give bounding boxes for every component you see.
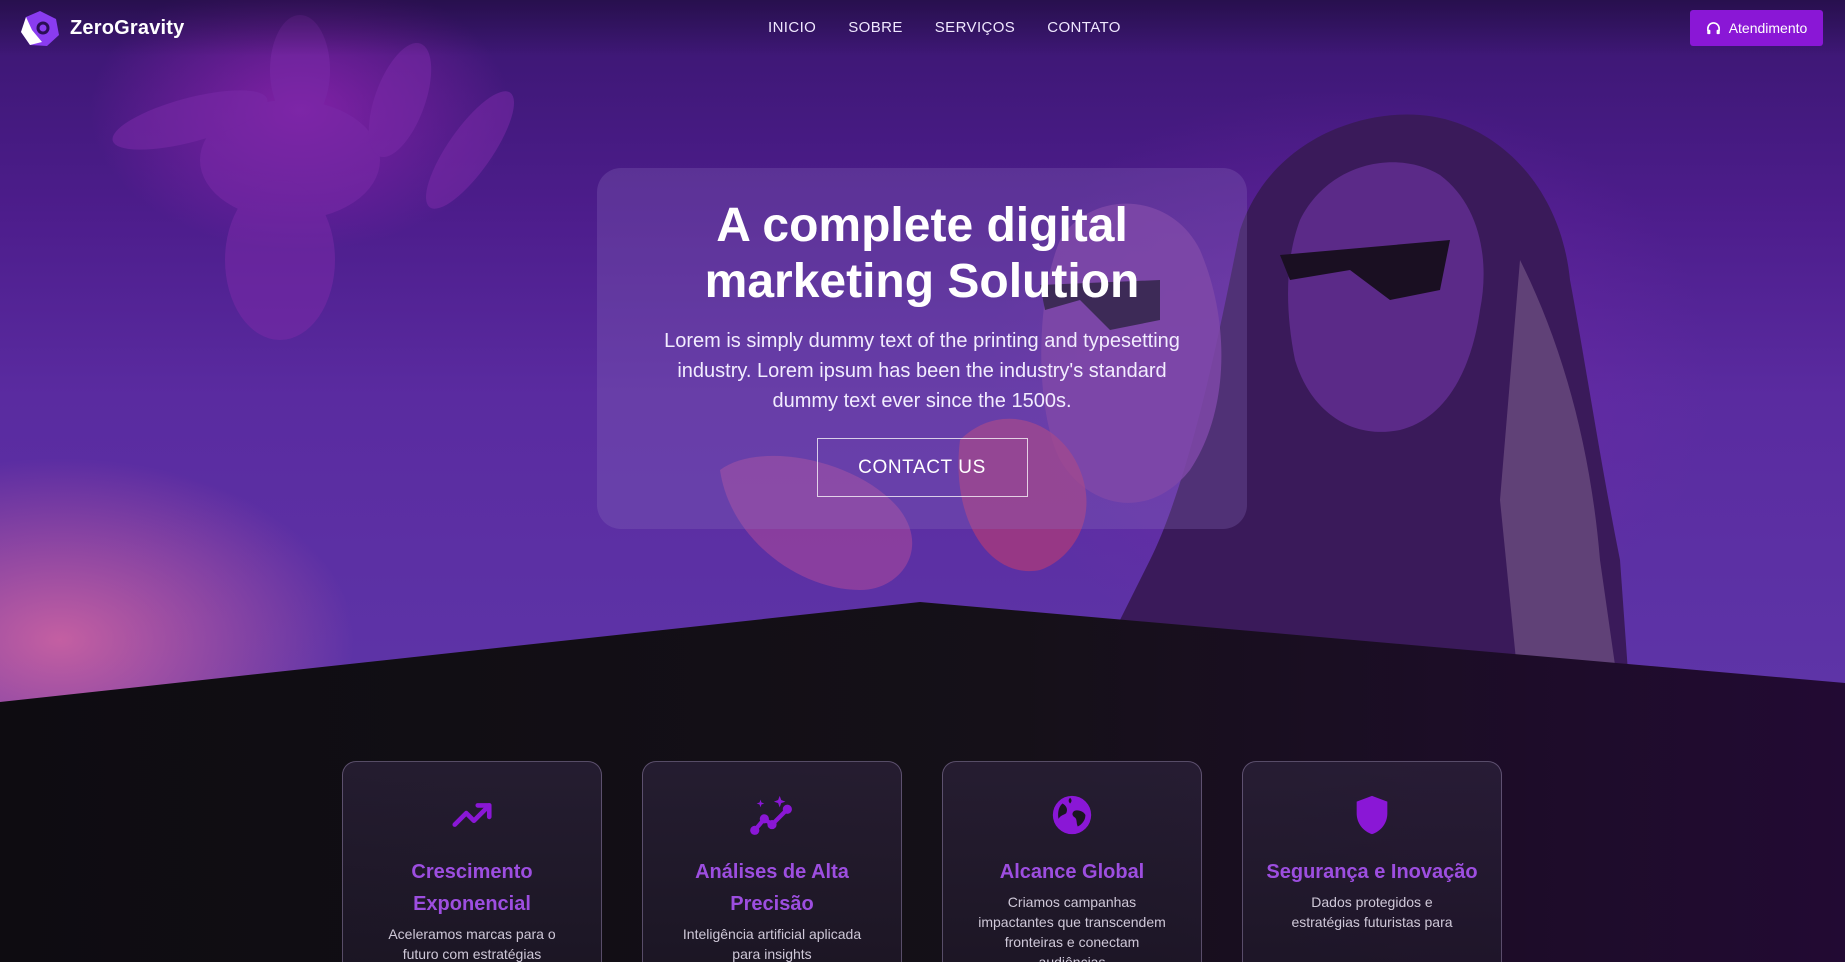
hero-subtitle: Lorem is simply dummy text of the printi… — [664, 330, 1180, 412]
headset-icon — [1706, 21, 1720, 34]
contact-us-button[interactable]: CONTACT US — [816, 438, 1028, 497]
brand[interactable]: ZeroGravity — [20, 10, 184, 47]
features-row: Crescimento Exponencial Aceleramos marca… — [342, 761, 1502, 962]
shield-icon — [1356, 795, 1388, 835]
brand-logo-icon — [21, 11, 59, 46]
feature-title: Alcance Global — [999, 861, 1145, 883]
top-navbar: ZeroGravity INICIO SOBRE SERVIÇOS CONTAT… — [0, 0, 1845, 56]
feature-description: Inteligência artificial aplicada para in… — [682, 926, 862, 962]
feature-card: Segurança e Inovação Dados protegidos e … — [1242, 761, 1502, 962]
feature-title: Crescimento Exponencial — [411, 861, 533, 915]
feature-title: Segurança e Inovação — [1266, 861, 1478, 883]
feature-description: Aceleramos marcas para o futuro com estr… — [388, 926, 556, 962]
nav-link-contato[interactable]: CONTATO — [1031, 19, 1137, 36]
nav-link-inicio[interactable]: INICIO — [768, 19, 832, 36]
feature-description: Dados protegidos e estratégias futurista… — [1291, 894, 1453, 930]
brand-name: ZeroGravity — [70, 17, 185, 39]
feature-title: Análises de Alta Precisão — [695, 861, 849, 915]
atendimento-label: Atendimento — [1728, 20, 1808, 36]
nav-link-servicos[interactable]: SERVIÇOS — [919, 19, 1031, 36]
feature-card: Crescimento Exponencial Aceleramos marca… — [342, 761, 602, 962]
feature-card: Análises de Alta Precisão Inteligência a… — [642, 761, 902, 962]
hero-card: A complete digital marketing Solution Lo… — [597, 168, 1247, 529]
landing-page: ZeroGravity INICIO SOBRE SERVIÇOS CONTAT… — [0, 0, 1845, 962]
feature-card: Alcance Global Criamos campanhas impacta… — [942, 761, 1202, 962]
hero-title: A complete digital marketing Solution — [704, 199, 1140, 308]
globe-icon — [1052, 795, 1092, 835]
nav-link-sobre[interactable]: SOBRE — [832, 19, 919, 36]
trending-up-icon — [452, 803, 492, 827]
atendimento-button[interactable]: Atendimento — [1690, 10, 1823, 46]
feature-description: Criamos campanhas impactantes que transc… — [978, 894, 1166, 962]
sparkle-chart-icon — [750, 795, 792, 835]
nav-menu: INICIO SOBRE SERVIÇOS CONTATO — [768, 19, 1137, 36]
